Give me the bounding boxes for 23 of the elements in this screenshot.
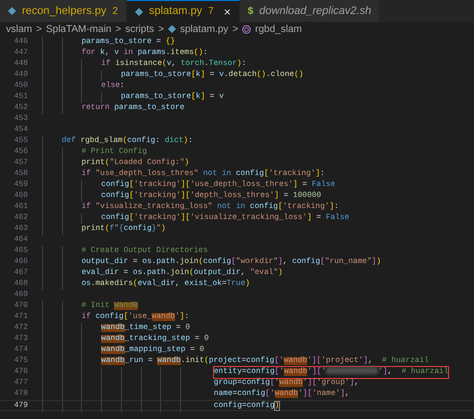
breadcrumb-item[interactable]: scripts <box>125 22 154 36</box>
cube-icon <box>242 24 252 34</box>
breadcrumb-separator: > <box>115 22 122 36</box>
breadcrumb-separator: > <box>36 22 42 36</box>
tab-label: splatam.py <box>148 4 202 20</box>
tab-label: download_replicav2.sh <box>259 4 372 19</box>
close-button[interactable]: × <box>224 2 231 20</box>
breadcrumb-item[interactable]: splatam.py <box>180 22 228 36</box>
tab-label: recon_helpers.py <box>22 4 106 19</box>
breadcrumb-separator: > <box>232 22 238 36</box>
problem-count: 2 <box>112 4 118 18</box>
breadcrumb-item[interactable]: SplaTAM-main <box>46 22 112 36</box>
python-file-icon <box>168 25 176 33</box>
breadcrumb-item[interactable]: rgbd_slam <box>255 22 302 36</box>
shell-icon: $ <box>248 4 254 18</box>
python-file-icon <box>8 7 16 15</box>
breadcrumb-separator: > <box>158 22 164 36</box>
python-file-icon <box>134 8 143 16</box>
editor-tab[interactable]: recon_helpers.py 2 <box>0 0 127 22</box>
breadcrumb-item[interactable]: vslam <box>6 22 32 36</box>
editor-tab[interactable]: $ download_replicav2.sh <box>240 0 380 22</box>
problem-count: 7 <box>208 5 214 19</box>
editor-tab[interactable]: splatam.py 7 × <box>126 0 240 22</box>
